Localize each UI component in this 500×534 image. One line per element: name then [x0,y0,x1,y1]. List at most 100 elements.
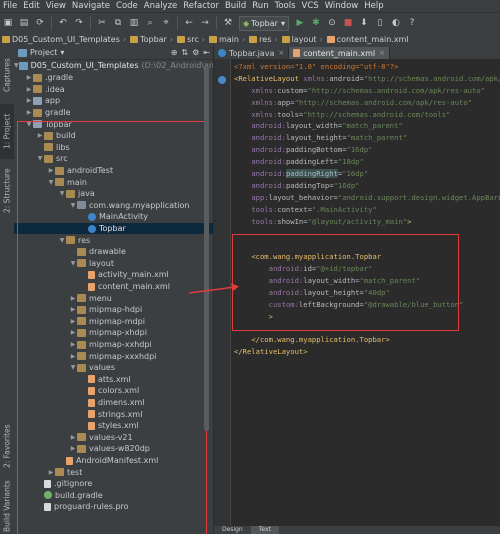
chevron-down-icon[interactable]: ▼ [36,155,44,162]
chevron-right-icon[interactable]: ▶ [25,97,33,104]
menu-build[interactable]: Build [222,1,249,11]
breadcrumb-item[interactable]: D05_Custom_UI_Templates › [0,35,128,44]
menu-help[interactable]: Help [361,1,386,11]
chevron-right-icon[interactable]: ▶ [25,74,33,81]
tree-root[interactable]: ▼ D05_Custom_UI_Templates (D:\02_Android… [14,60,213,72]
tree-item[interactable]: build.gradle [14,490,213,502]
menu-vcs[interactable]: VCS [299,1,322,11]
attach-debugger-icon[interactable]: ⊙ [326,17,338,29]
tree-item[interactable]: ▶ mipmap-xxhdpi [14,339,213,351]
chevron-right-icon[interactable]: ▶ [47,469,55,476]
sidebar-tab-project[interactable]: 1: Project [0,104,14,159]
close-icon[interactable]: × [278,49,284,57]
breadcrumb-item[interactable]: content_main.xml [325,35,411,44]
menu-refactor[interactable]: Refactor [180,1,222,11]
menu-navigate[interactable]: Navigate [69,1,113,11]
chevron-right-icon[interactable]: ▶ [69,434,77,441]
menu-analyze[interactable]: Analyze [141,1,181,11]
chevron-down-icon[interactable]: ▼ [58,190,66,197]
device-monitor-icon[interactable]: ◐ [390,17,402,29]
back-icon[interactable]: ← [183,17,195,29]
make-icon[interactable]: ⚒ [222,17,234,29]
chevron-right-icon[interactable]: ▶ [25,109,33,116]
tree-item[interactable]: ▶ mipmap-xhdpi [14,327,213,339]
tree-item[interactable]: ▼ com.wang.myapplication [14,200,213,212]
menu-window[interactable]: Window [322,1,362,11]
tree-item[interactable]: dimens.xml [14,397,213,409]
sidebar-tab-build-variants[interactable]: Build Variants [0,478,14,534]
sidebar-tab-captures[interactable]: Captures [0,48,14,103]
chevron-right-icon[interactable]: ▶ [69,306,77,313]
paste-icon[interactable]: ▥ [128,17,140,29]
tree-item[interactable]: ▶ mipmap-hdpi [14,304,213,316]
menu-file[interactable]: File [0,1,20,11]
project-view-select[interactable]: Project [30,48,57,57]
tree-item[interactable]: drawable [14,246,213,258]
tree-item[interactable]: ▶ mipmap-xxxhdpi [14,350,213,362]
chevron-down-icon[interactable]: ▼ [58,237,66,244]
chevron-down-icon[interactable]: ▼ [25,121,33,128]
save-all-icon[interactable]: ▤ [18,17,30,29]
chevron-right-icon[interactable]: ▶ [47,167,55,174]
settings-gear-icon[interactable]: ⚙ [192,48,199,57]
chevron-down-icon[interactable]: ▼ [69,364,77,371]
editor-tab[interactable]: Topbar.java × [214,47,290,59]
find-icon[interactable]: ⌕ [144,17,156,29]
tab-text[interactable]: Text [250,526,279,534]
sync-scroll-icon[interactable]: ⊕ [171,48,178,57]
close-icon[interactable]: × [379,49,385,57]
run-icon[interactable]: ▶ [294,17,306,29]
sidebar-tab-favorites[interactable]: 2: Favorites [0,416,14,476]
editor-tab[interactable]: content_main.xml × [289,47,391,59]
chevron-right-icon[interactable]: ▶ [36,132,44,139]
chevron-down-icon[interactable]: ▼ [47,179,55,186]
chevron-right-icon[interactable]: ▶ [69,341,77,348]
redo-icon[interactable]: ↷ [73,17,85,29]
tree-item[interactable]: libs [14,142,213,154]
layout-marker-icon[interactable] [218,76,226,84]
menu-code[interactable]: Code [113,1,141,11]
tree-item[interactable]: ▶ values-w820dp [14,443,213,455]
debug-icon[interactable]: ✱ [310,17,322,29]
tree-item[interactable]: atts.xml [14,374,213,386]
tree-item[interactable]: ▼ res [14,234,213,246]
tree-item[interactable]: content_main.xml [14,281,213,293]
hide-panel-icon[interactable]: ⇤ [203,48,210,57]
chevron-right-icon[interactable]: ▶ [69,329,77,336]
tree-item[interactable]: .gitignore [14,478,213,490]
tree-item[interactable]: Topbar [14,222,213,235]
menu-edit[interactable]: Edit [20,1,42,11]
avd-manager-icon[interactable]: ▯ [374,17,386,29]
sync-icon[interactable]: ⟳ [34,17,46,29]
tree-item[interactable]: AndroidManifest.xml [14,455,213,467]
run-configuration-select[interactable]: ◆ Topbar ▾ [239,15,289,31]
tree-item[interactable]: activity_main.xml [14,269,213,281]
breadcrumb-item[interactable]: Topbar › [128,35,175,44]
chevron-down-icon[interactable]: ▼ [14,62,19,69]
open-folder-icon[interactable]: ▣ [2,17,14,29]
breadcrumb-item[interactable]: layout › [280,35,325,44]
undo-icon[interactable]: ↶ [57,17,69,29]
chevron-down-icon[interactable]: ▼ [69,202,77,209]
tree-item[interactable]: ▼ Topbar [14,118,213,130]
tree-item[interactable]: ▼ java [14,188,213,200]
cut-icon[interactable]: ✂ [96,17,108,29]
tree-item[interactable]: ▶ gradle [14,107,213,119]
menu-tools[interactable]: Tools [272,1,299,11]
tree-item[interactable]: ▼ main [14,176,213,188]
tree-item[interactable]: ▶ menu [14,292,213,304]
sdk-manager-icon[interactable]: ⬇ [358,17,370,29]
chevron-right-icon[interactable]: ▶ [69,445,77,452]
tree-item[interactable]: colors.xml [14,385,213,397]
tree-item[interactable]: proguard-rules.pro [14,501,213,513]
tree-item[interactable]: ▼ src [14,153,213,165]
menu-view[interactable]: View [43,1,69,11]
help-icon[interactable]: ? [406,17,418,29]
tree-item[interactable]: ▶ .gradle [14,72,213,84]
replace-icon[interactable]: ⌖ [160,17,172,29]
collapse-all-icon[interactable]: ⇅ [181,48,188,57]
chevron-right-icon[interactable]: ▶ [25,86,33,93]
tree-item[interactable]: ▶ .idea [14,84,213,96]
tree-item[interactable]: ▼ layout [14,258,213,270]
stop-icon[interactable]: ■ [342,17,354,29]
